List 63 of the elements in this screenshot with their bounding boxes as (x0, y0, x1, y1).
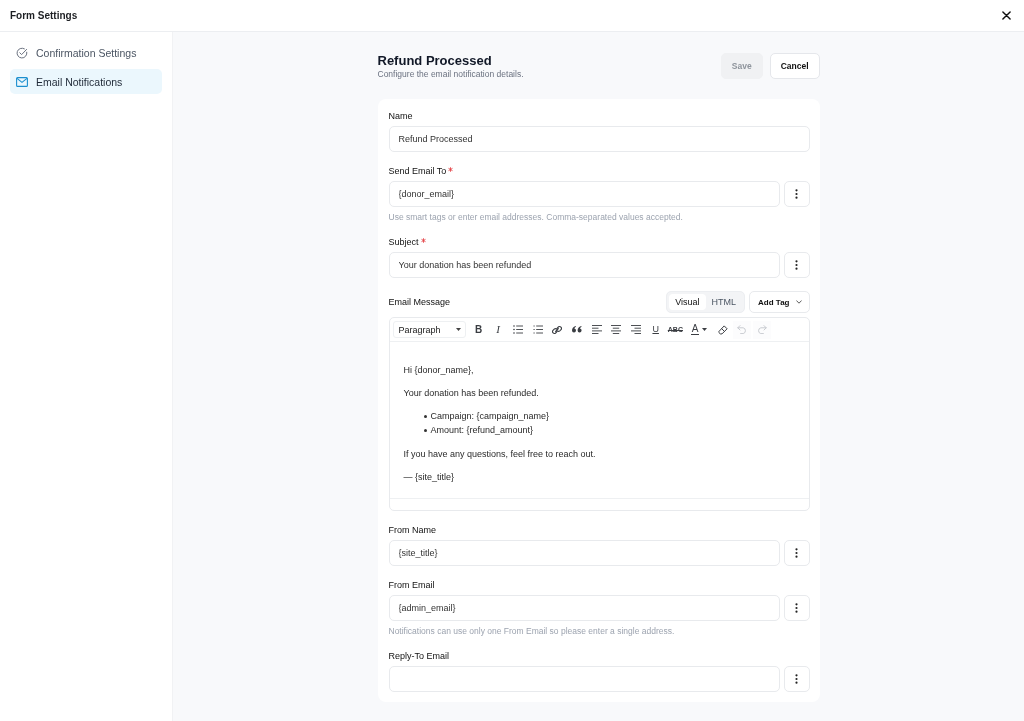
text-color-button[interactable]: A (686, 320, 713, 339)
more-options-button[interactable] (783, 181, 810, 207)
italic-button[interactable]: I (489, 320, 508, 339)
mail-icon (16, 76, 28, 87)
vertical-dots-icon (795, 603, 798, 613)
field-label: Email Message (388, 296, 451, 308)
help-text: Use smart tags or enter email addresses. Comma-separated values accepted. (388, 211, 684, 223)
chevron-down-icon (795, 300, 802, 304)
sidebar-item[interactable]: Email Notifications (10, 69, 162, 94)
more-options-button[interactable] (783, 666, 810, 692)
caret-down-icon (455, 328, 461, 331)
eraser-icon (717, 324, 728, 335)
window-title: Form Settings (10, 10, 78, 21)
list-item-text: Campaign: {campaign_name} (430, 410, 550, 423)
undo-icon (737, 325, 748, 334)
align-center-icon (611, 325, 622, 334)
more-options-button[interactable] (783, 252, 810, 278)
close-icon (1001, 11, 1011, 20)
field-label: From Name (388, 524, 436, 536)
mode-tab[interactable]: HTML (705, 294, 743, 310)
vertical-dots-icon (795, 189, 798, 199)
align-right-icon (631, 325, 641, 334)
cancel-button[interactable]: Cancel (769, 53, 820, 79)
quote-icon (571, 326, 582, 333)
page-title: Refund Processed (377, 53, 493, 68)
add-tag-button[interactable]: Add Tag (749, 291, 810, 313)
redo-icon (757, 325, 768, 334)
field-label: From Email (388, 579, 435, 591)
vertical-dots-icon (795, 260, 798, 270)
list-item-text: Amount: {refund_amount} (430, 424, 534, 437)
field-label: Subject (388, 236, 419, 248)
message-paragraph: Your donation has been refunded. (403, 387, 540, 400)
format-select[interactable]: Paragraph (392, 321, 466, 338)
sidebar-item[interactable]: Confirmation Settings (10, 40, 162, 65)
more-options-button[interactable] (783, 540, 810, 566)
bullet-icon (423, 414, 427, 418)
text-input[interactable]: {donor_email} (388, 181, 780, 207)
align-left-icon (591, 325, 602, 334)
link-icon (552, 324, 563, 335)
bullet-icon (423, 428, 427, 432)
message-paragraph: If you have any questions, feel free to reach out. (403, 448, 597, 461)
field-label: Send Email To (388, 165, 447, 177)
text-input[interactable]: {admin_email} (388, 595, 780, 621)
underline-button[interactable]: U (646, 320, 665, 339)
numbered-list-icon (532, 325, 543, 334)
mode-tab[interactable]: Visual (669, 294, 706, 310)
field-label: Name (388, 110, 413, 122)
check-circle-icon (16, 46, 28, 59)
vertical-dots-icon (795, 548, 798, 558)
message-paragraph: — {site_title} (403, 471, 456, 484)
page-subtitle: Configure the email notification details. (377, 69, 524, 80)
bold-button[interactable]: B (469, 320, 488, 339)
close-button[interactable] (1000, 9, 1012, 22)
vertical-dots-icon (795, 674, 798, 684)
field-label: Reply-To Email (388, 650, 450, 662)
message-paragraph: Hi {donor_name}, (403, 364, 475, 377)
text-input[interactable]: {site_title} (388, 540, 780, 566)
help-text: Notifications can use only one From Email so please enter a single address. (388, 625, 676, 637)
bullet-list-icon (512, 325, 523, 334)
text-input[interactable]: Your donation has been refunded (388, 252, 780, 278)
caret-down-icon (702, 328, 708, 331)
text-input[interactable]: Refund Processed (388, 126, 810, 152)
more-options-button[interactable] (783, 595, 810, 621)
